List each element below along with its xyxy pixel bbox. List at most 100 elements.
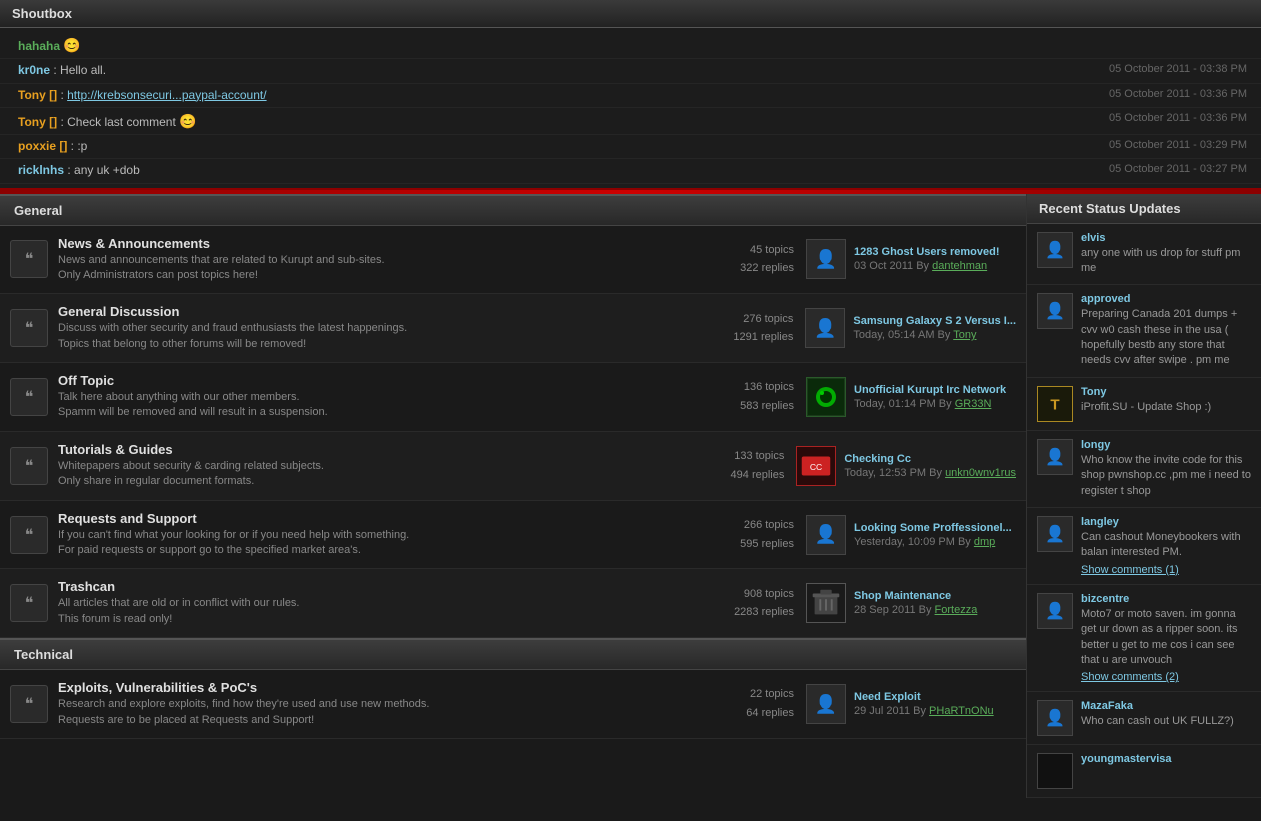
last-post-title[interactable]: Looking Some Proffessionel... bbox=[854, 522, 1012, 534]
shoutbox-title: Shoutbox bbox=[0, 0, 1261, 28]
forum-row: ❝ Requests and Support If you can't find… bbox=[0, 501, 1026, 570]
last-post-title[interactable]: Need Exploit bbox=[854, 691, 994, 703]
last-post-meta: Yesterday, 10:09 PM By dmp bbox=[854, 536, 1012, 548]
last-post-info: Shop Maintenance 28 Sep 2011 By Fortezza bbox=[854, 590, 977, 616]
forum-desc: Whitepapers about security & carding rel… bbox=[58, 459, 682, 474]
status-user[interactable]: elvis bbox=[1081, 232, 1251, 244]
status-content: bizcentre Moto7 or moto saven. im gonna … bbox=[1081, 593, 1251, 684]
main-wrapper: General ❝ News & Announcements News and … bbox=[0, 194, 1261, 799]
status-content: MazaFaka Who can cash out UK FULLZ?) bbox=[1081, 700, 1251, 736]
status-item: 👤 bizcentre Moto7 or moto saven. im gonn… bbox=[1027, 585, 1261, 693]
last-post-info: Unofficial Kurupt Irc Network Today, 01:… bbox=[854, 384, 1006, 410]
status-content: approved Preparing Canada 201 dumps + cv… bbox=[1081, 293, 1251, 369]
shoutbox-time: 05 October 2011 - 03:27 PM bbox=[1099, 161, 1247, 180]
status-avatar: T bbox=[1037, 386, 1073, 422]
status-text: Preparing Canada 201 dumps + cvv w0 cash… bbox=[1081, 307, 1251, 369]
status-avatar bbox=[1037, 753, 1073, 789]
status-user[interactable]: longy bbox=[1081, 439, 1251, 451]
show-comments-bizcentre[interactable]: Show comments (2) bbox=[1081, 671, 1251, 683]
status-user[interactable]: Tony bbox=[1081, 386, 1251, 398]
shoutbox-user: Tony [] bbox=[18, 88, 57, 102]
forum-icon: ❝ bbox=[10, 685, 48, 723]
forum-stats: 276 topics 1291 replies bbox=[703, 310, 793, 347]
forum-desc-italic: Spamm will be removed and will result in… bbox=[58, 405, 692, 420]
last-post-title[interactable]: Shop Maintenance bbox=[854, 590, 977, 602]
forum-row: ❝ General Discussion Discuss with other … bbox=[0, 294, 1026, 363]
shoutbox-time: 05 October 2011 - 03:36 PM bbox=[1099, 86, 1247, 105]
svg-text:T: T bbox=[1050, 397, 1060, 414]
status-item: T Tony iProfit.SU - Update Shop :) bbox=[1027, 378, 1261, 431]
status-text: Moto7 or moto saven. im gonna get ur dow… bbox=[1081, 607, 1251, 669]
status-text: Who know the invite code for this shop p… bbox=[1081, 453, 1251, 499]
status-content: youngmastervisa bbox=[1081, 753, 1251, 789]
forum-desc-italic: This forum is read only! bbox=[58, 612, 692, 627]
status-avatar: 👤 bbox=[1037, 439, 1073, 475]
forum-info: Off Topic Talk here about anything with … bbox=[58, 373, 692, 421]
forum-title[interactable]: News & Announcements bbox=[58, 236, 692, 251]
shoutbox-user: Tony [] bbox=[18, 115, 57, 129]
forum-title[interactable]: Trashcan bbox=[58, 579, 692, 594]
forum-icon: ❝ bbox=[10, 447, 48, 485]
shoutbox-message: Tony [] : Check last comment 😊 05 Octobe… bbox=[0, 108, 1261, 135]
status-avatar: 👤 bbox=[1037, 232, 1073, 268]
status-user[interactable]: MazaFaka bbox=[1081, 700, 1251, 712]
last-post-info: Checking Cc Today, 12:53 PM By unkn0wnv1… bbox=[844, 453, 1016, 479]
status-text: iProfit.SU - Update Shop :) bbox=[1081, 400, 1251, 415]
forum-desc: All articles that are old or in conflict… bbox=[58, 596, 692, 611]
last-post-info: Need Exploit 29 Jul 2011 By PHaRTnONu bbox=[854, 691, 994, 717]
shoutbox-user: poxxie [] bbox=[18, 139, 67, 153]
status-content: longy Who know the invite code for this … bbox=[1081, 439, 1251, 499]
last-post-meta: Today, 05:14 AM By Tony bbox=[853, 329, 1016, 341]
forum-desc: Research and explore exploits, find how … bbox=[58, 697, 692, 712]
status-user[interactable]: bizcentre bbox=[1081, 593, 1251, 605]
status-content: langley Can cashout Moneybookers with ba… bbox=[1081, 516, 1251, 576]
forum-desc-italic: Only share in regular document formats. bbox=[58, 474, 682, 489]
forum-row: ❝ News & Announcements News and announce… bbox=[0, 226, 1026, 295]
status-item: youngmastervisa bbox=[1027, 745, 1261, 798]
status-user[interactable]: langley bbox=[1081, 516, 1251, 528]
last-post-avatar: 👤 bbox=[806, 239, 846, 279]
last-post-title[interactable]: Checking Cc bbox=[844, 453, 1016, 465]
show-comments-langley[interactable]: Show comments (1) bbox=[1081, 564, 1251, 576]
last-post-title[interactable]: 1283 Ghost Users removed! bbox=[854, 246, 1000, 258]
forum-info: Exploits, Vulnerabilities & PoC's Resear… bbox=[58, 680, 692, 728]
last-post-info: Looking Some Proffessionel... Yesterday,… bbox=[854, 522, 1012, 548]
forum-desc: Talk here about anything with our other … bbox=[58, 390, 692, 405]
shoutbox-user: hahaha bbox=[18, 39, 60, 53]
shoutbox-time: 05 October 2011 - 03:29 PM bbox=[1099, 137, 1247, 156]
shoutbox-time: 05 October 2011 - 03:38 PM bbox=[1099, 61, 1247, 80]
forum-title[interactable]: Requests and Support bbox=[58, 511, 692, 526]
forum-icon: ❝ bbox=[10, 378, 48, 416]
shoutbox-section: Shoutbox hahaha 😊 kr0ne : Hello all. 05 … bbox=[0, 0, 1261, 194]
last-post-title[interactable]: Samsung Galaxy S 2 Versus I... bbox=[853, 315, 1016, 327]
last-post-meta: 28 Sep 2011 By Fortezza bbox=[854, 604, 977, 616]
shoutbox-time: 05 October 2011 - 03:36 PM bbox=[1099, 110, 1247, 132]
last-post-avatar: 👤 bbox=[805, 308, 845, 348]
forum-info: News & Announcements News and announceme… bbox=[58, 236, 692, 284]
status-avatar: 👤 bbox=[1037, 293, 1073, 329]
forum-title[interactable]: Off Topic bbox=[58, 373, 692, 388]
forum-title[interactable]: General Discussion bbox=[58, 304, 691, 319]
forum-row: ❝ Trashcan All articles that are old or … bbox=[0, 569, 1026, 638]
last-post-info: 1283 Ghost Users removed! 03 Oct 2011 By… bbox=[854, 246, 1000, 272]
forum-desc-italic: Requests are to be placed at Requests an… bbox=[58, 713, 692, 728]
last-post-meta: 03 Oct 2011 By dantehman bbox=[854, 260, 1000, 272]
forum-icon: ❝ bbox=[10, 516, 48, 554]
shoutbox-message: kr0ne : Hello all. 05 October 2011 - 03:… bbox=[0, 59, 1261, 83]
forum-desc: News and announcements that are related … bbox=[58, 253, 692, 268]
forum-stats: 22 topics 64 replies bbox=[704, 685, 794, 722]
shoutbox-user: kr0ne bbox=[18, 63, 50, 77]
forum-last-post: CC Checking Cc Today, 12:53 PM By unkn0w… bbox=[796, 446, 1016, 486]
forum-desc: Discuss with other security and fraud en… bbox=[58, 321, 691, 336]
status-user[interactable]: approved bbox=[1081, 293, 1251, 305]
shoutbox-body: hahaha 😊 kr0ne : Hello all. 05 October 2… bbox=[0, 28, 1261, 190]
forum-icon: ❝ bbox=[10, 584, 48, 622]
last-post-title[interactable]: Unofficial Kurupt Irc Network bbox=[854, 384, 1006, 396]
forum-info: Tutorials & Guides Whitepapers about sec… bbox=[58, 442, 682, 490]
last-post-avatar: CC bbox=[796, 446, 836, 486]
last-post-meta: 29 Jul 2011 By PHaRTnONu bbox=[854, 705, 994, 717]
forum-title[interactable]: Tutorials & Guides bbox=[58, 442, 682, 457]
forum-title[interactable]: Exploits, Vulnerabilities & PoC's bbox=[58, 680, 692, 695]
shoutbox-message: ricklnhs : any uk +dob 05 October 2011 -… bbox=[0, 159, 1261, 183]
status-user[interactable]: youngmastervisa bbox=[1081, 753, 1251, 765]
